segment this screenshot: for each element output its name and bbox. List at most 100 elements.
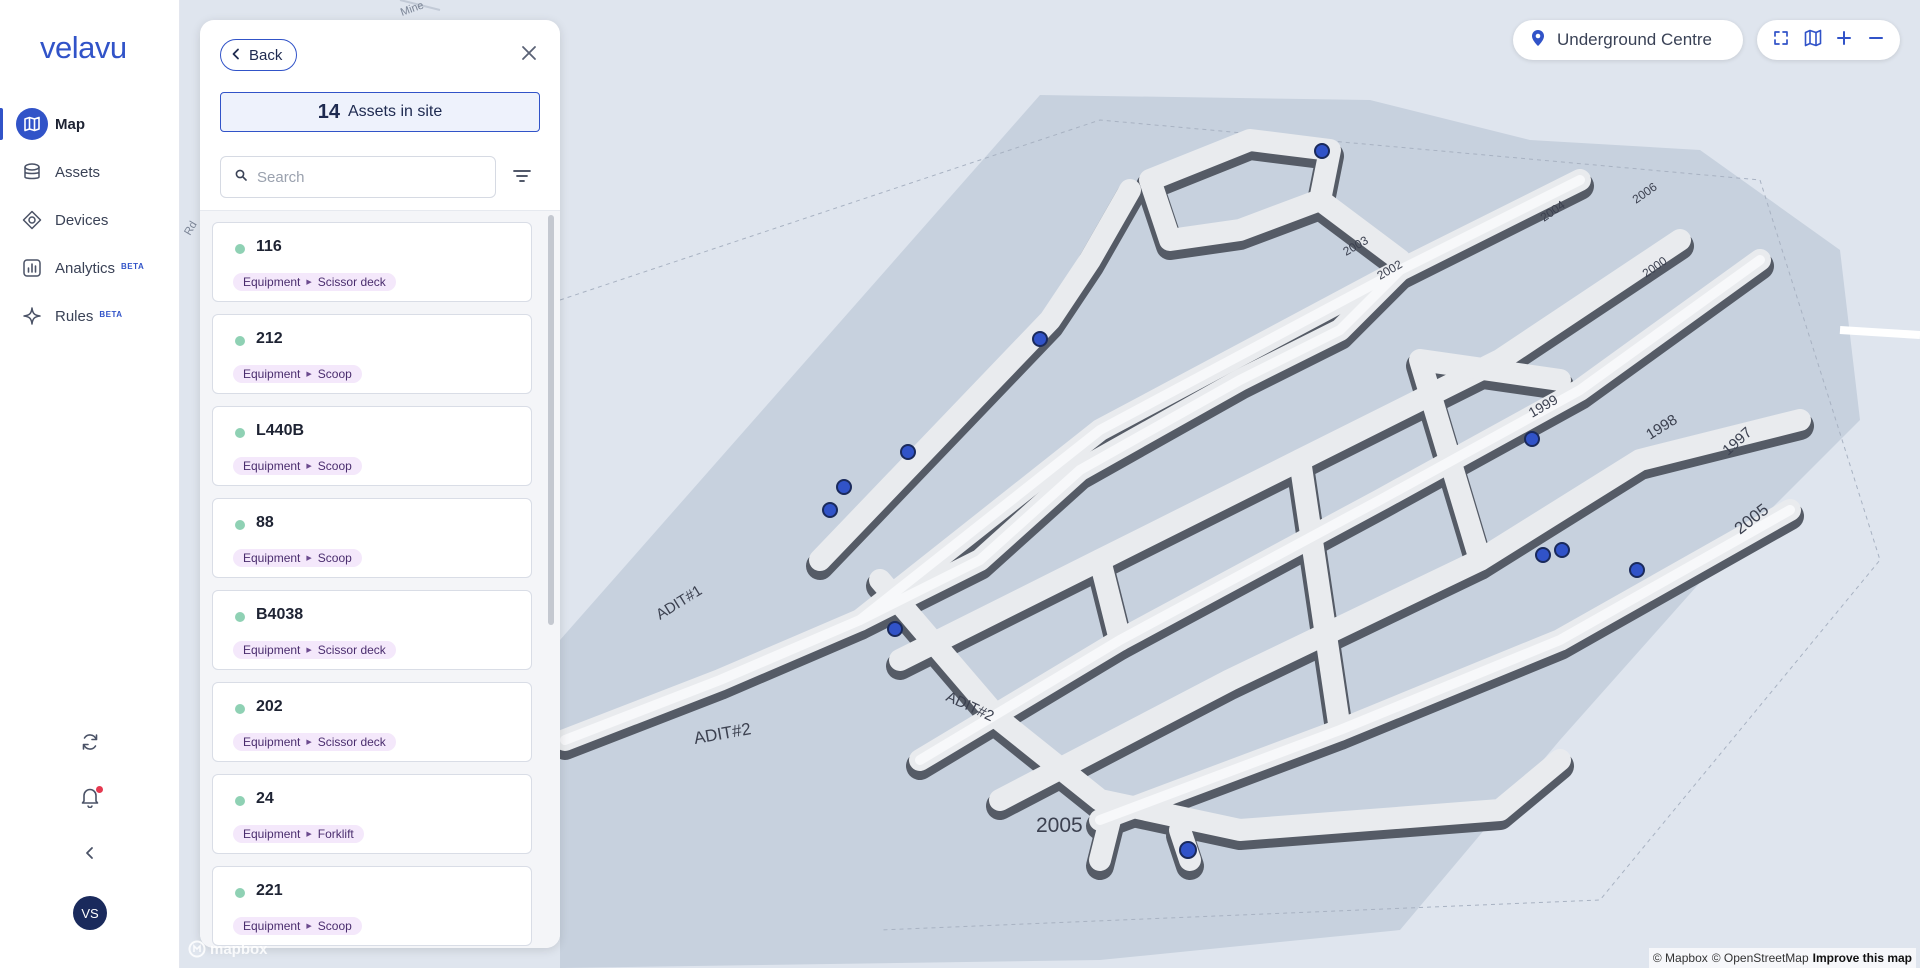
asset-type: Scissor deck (317, 643, 386, 657)
asset-count-summary[interactable]: 14 Assets in site (220, 92, 540, 132)
asset-type-tag: Equipment ▶ Scoop (233, 365, 362, 383)
asset-marker[interactable] (900, 444, 916, 460)
asset-card[interactable]: 202 Equipment ▶ Scissor deck (212, 682, 532, 762)
asset-category: Equipment (243, 827, 301, 841)
location-selector[interactable]: Underground Centre (1513, 20, 1743, 60)
map-icon (16, 108, 48, 140)
caret-right-icon: ▶ (306, 555, 312, 562)
asset-name: 212 (256, 330, 283, 347)
asset-category: Equipment (243, 643, 301, 657)
caret-right-icon: ▶ (306, 371, 312, 378)
asset-card[interactable]: 116 Equipment ▶ Scissor deck (212, 222, 532, 302)
improve-map-link[interactable]: Improve this map (1813, 951, 1912, 965)
map-style-button[interactable] (1800, 27, 1826, 53)
beta-badge: BETA (121, 261, 145, 271)
sidebar-item-rules[interactable]: Rules BETA (0, 296, 180, 336)
asset-category: Equipment (243, 367, 301, 381)
status-dot (235, 888, 245, 898)
asset-marker[interactable] (1314, 143, 1330, 159)
chevron-left-icon (83, 846, 97, 865)
asset-type: Scissor deck (317, 275, 386, 289)
sidebar-item-label: Devices (55, 211, 109, 229)
caret-right-icon: ▶ (306, 831, 312, 838)
chevron-left-icon (231, 47, 241, 64)
zoom-in-button[interactable] (1831, 27, 1857, 53)
mapbox-logo[interactable]: mapbox (188, 940, 268, 958)
asset-type: Scissor deck (317, 735, 386, 749)
asset-list: 116 Equipment ▶ Scissor deck 212 Equipment… (200, 211, 560, 948)
asset-type-tag: Equipment ▶ Scoop (233, 549, 362, 567)
asset-type: Scoop (317, 551, 352, 565)
asset-count: 14 (317, 100, 340, 123)
asset-count-label: Assets in site (347, 103, 443, 120)
asset-card[interactable]: B4038 Equipment ▶ Scissor deck (212, 590, 532, 670)
asset-category: Equipment (243, 551, 301, 565)
location-label: Underground Centre (1557, 30, 1712, 49)
filter-button[interactable] (510, 166, 534, 190)
mapbox-logo-text: mapbox (210, 940, 268, 958)
osm-attribution-link[interactable]: © OpenStreetMap (1712, 951, 1809, 965)
mapbox-attribution-link[interactable]: © Mapbox (1653, 951, 1708, 965)
refresh-button[interactable] (72, 726, 108, 762)
asset-marker[interactable] (1032, 331, 1048, 347)
asset-marker[interactable] (836, 479, 852, 495)
asset-card[interactable]: 24 Equipment ▶ Forklift (212, 774, 532, 854)
asset-type-tag: Equipment ▶ Scoop (233, 457, 362, 475)
asset-type: Forklift (317, 827, 354, 841)
notifications-button[interactable] (72, 781, 108, 817)
minus-icon (1868, 30, 1884, 51)
close-button[interactable] (518, 44, 540, 66)
asset-marker[interactable] (1179, 841, 1197, 859)
user-avatar[interactable]: VS (73, 896, 107, 930)
asset-type-tag: Equipment ▶ Scissor deck (233, 733, 396, 751)
fullscreen-icon (1773, 30, 1789, 51)
asset-marker[interactable] (822, 502, 838, 518)
status-dot (235, 796, 245, 806)
asset-name: 88 (256, 514, 274, 531)
asset-marker[interactable] (1535, 547, 1551, 563)
asset-name: B4038 (256, 606, 304, 623)
asset-card[interactable]: 88 Equipment ▶ Scoop (212, 498, 532, 578)
search-box (220, 156, 496, 198)
beta-badge: BETA (99, 309, 123, 319)
filter-icon (512, 168, 532, 189)
back-label: Back (249, 46, 283, 64)
asset-marker[interactable] (1554, 542, 1570, 558)
asset-type: Scoop (317, 459, 352, 473)
back-button[interactable]: Back (220, 39, 298, 71)
sidebar: velavu Map Assets Devices Analytics BETA… (0, 0, 180, 968)
collapse-sidebar-button[interactable] (72, 837, 108, 873)
asset-card[interactable]: 221 Equipment ▶ Scoop (212, 866, 532, 946)
map-controls (1757, 20, 1900, 60)
asset-type-tag: Equipment ▶ Scissor deck (233, 273, 396, 291)
map-attribution: © Mapbox © OpenStreetMap Improve this ma… (1648, 948, 1916, 968)
asset-marker[interactable] (1629, 562, 1645, 578)
asset-marker[interactable] (1524, 431, 1540, 447)
status-dot (235, 428, 245, 438)
asset-name: 116 (256, 238, 282, 255)
asset-name: 202 (256, 698, 283, 715)
zoom-out-button[interactable] (1863, 27, 1889, 53)
sidebar-item-label: Analytics (55, 259, 116, 277)
search-input[interactable] (257, 168, 477, 186)
asset-card[interactable]: L440B Equipment ▶ Scoop (212, 406, 532, 486)
asset-card[interactable]: 212 Equipment ▶ Scoop (212, 314, 532, 394)
status-dot (235, 244, 245, 254)
close-icon (521, 45, 537, 66)
fullscreen-button[interactable] (1768, 27, 1794, 53)
sidebar-item-label: Rules (55, 307, 94, 325)
asset-name: L440B (256, 422, 305, 439)
tunnel-label: 2005 (1036, 814, 1083, 837)
sidebar-item-map[interactable]: Map (0, 104, 180, 144)
sidebar-item-assets[interactable]: Assets (0, 152, 180, 192)
sparkle-icon (20, 304, 44, 328)
asset-marker[interactable] (887, 621, 903, 637)
velavu-logo: velavu (40, 30, 127, 65)
chart-icon (20, 256, 44, 280)
scrollbar-thumb[interactable] (548, 215, 554, 625)
search-icon (235, 168, 247, 186)
sidebar-item-devices[interactable]: Devices (0, 200, 180, 240)
sidebar-item-analytics[interactable]: Analytics BETA (0, 248, 180, 288)
location-pin-icon (1531, 29, 1545, 52)
device-icon (20, 208, 44, 232)
